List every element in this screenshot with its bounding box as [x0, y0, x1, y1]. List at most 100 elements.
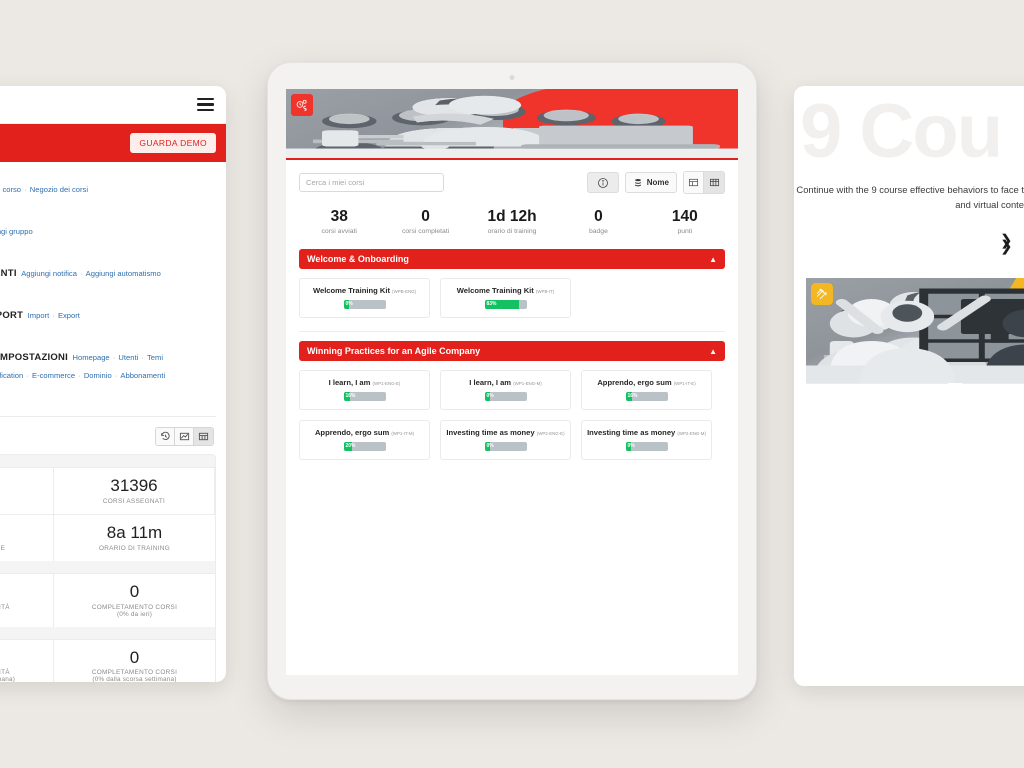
admin-link[interactable]: Aggiungi automatismo [86, 269, 161, 278]
admin-link[interactable]: Temi [147, 353, 163, 362]
stat-label: UTENTI CON ATTIVITÀ [0, 603, 10, 611]
course-card[interactable]: I learn, I am (WP1-ENG-E) 16% [286, 89, 738, 411]
admin-menu-list: CORSI Aggiungi corso · Negozio dei corsi… [0, 162, 226, 412]
admin-link[interactable]: Aggiungi gruppo [0, 227, 33, 236]
progress-label: 16% [627, 393, 638, 400]
admin-link[interactable]: Aggiungi corso [0, 185, 21, 194]
course-card[interactable]: Investing time as money (WP2-ENG-M) 0% [286, 89, 738, 461]
admin-link[interactable]: Dominio [84, 371, 112, 380]
stat-label: corsi avviati [321, 228, 357, 236]
admin-menu-item-account-impostazioni[interactable]: ACCOUNT & IMPOSTAZIONI Homepage · Utenti… [0, 339, 226, 408]
list-view-icon[interactable] [684, 172, 704, 193]
stat-completamento-ieri: 0 COMPLETAMENTO CORSI (0% da ieri) [54, 574, 215, 627]
course-card[interactable]: Welcome Training Kit (WPB-IT) 83% [286, 89, 738, 319]
admin-menu-item-import-export[interactable]: IMPORT - EXPORT Import · Export [0, 297, 226, 339]
stat-value: 1 [0, 583, 49, 601]
grid-view-icon[interactable] [704, 172, 724, 193]
admin-link[interactable]: Import [28, 311, 50, 320]
course-card[interactable]: Investing time as money (WP2-ENG-E) 0% [286, 89, 738, 461]
admin-menu-item-corsi[interactable]: CORSI Aggiungi corso · Negozio dei corsi [0, 171, 226, 213]
progress-bar: 0% [343, 300, 386, 310]
admin-link[interactable]: Utenti [118, 353, 138, 362]
admin-link[interactable]: Homepage [73, 353, 110, 362]
stat-label: COMPLETAMENTO CORSI [91, 669, 178, 677]
menu-icon[interactable] [197, 98, 214, 111]
course-caption: Investing time as money (WP2-ENG-E) [441, 421, 570, 442]
left-panel-topbar [0, 86, 226, 124]
chevron-up-icon[interactable]: ▲ [709, 255, 717, 264]
section-title: Welcome & Onboarding [307, 254, 409, 265]
chart-icon[interactable] [175, 428, 194, 445]
stat-value: 1 [0, 649, 49, 667]
course-caption: Welcome Training Kit (WPB-ENG) [300, 279, 429, 300]
stat-label: CORSI ASSEGNATI [102, 497, 166, 505]
stat-value: 36 [0, 524, 49, 542]
table-icon[interactable] [194, 428, 213, 445]
catalog-card[interactable] [806, 278, 1024, 384]
tablet-device-frame: Home Nome [267, 62, 757, 700]
course-grid-winning-practices: I learn, I am (WP1-ENG-E) 16% I learn, I… [286, 89, 738, 469]
stat-value: 0 [421, 208, 430, 225]
admin-link[interactable]: E-commerce [32, 371, 75, 380]
stat-value: 140 [671, 208, 698, 225]
stat-value: 0 [129, 647, 140, 667]
course-card[interactable]: Apprendo, ergo sum (WP1-IT-M) 20% [286, 89, 738, 461]
stat-value: 1d 12h [487, 208, 537, 225]
admin-menu-title: IMPORT - EXPORT [0, 310, 24, 321]
stat-corsi-assegnati: 31396 CORSI ASSEGNATI [54, 468, 215, 515]
stat-label: badge [588, 228, 608, 236]
stat-value: 0 [594, 208, 603, 225]
admin-menu-item-gruppi[interactable]: GRUPPI Aggiungi gruppo [0, 213, 226, 255]
admin-link[interactable]: Export [58, 311, 80, 320]
course-card[interactable]: Welcome Training Kit (WPB-ENG) 0% [286, 89, 738, 319]
stat-in-progressione: 36 IN PROGRESSIONE [0, 514, 54, 561]
progress-label: 0% [486, 443, 494, 450]
info-icon[interactable] [586, 172, 619, 193]
progress-bar: 0% [484, 442, 527, 452]
admin-menu-item-motore-eventi[interactable]: MOTORE EVENTI Aggiungi notifica · Aggiun… [0, 255, 226, 297]
stat-corsi-completati: 0 corsi completati [382, 208, 468, 235]
stats-card-a: 38 CORSI ATTIVI 31396 CORSI ASSEGNATI 36… [0, 454, 216, 682]
sort-label: Nome [646, 178, 669, 187]
stat-label: corsi completati [402, 228, 450, 236]
stat-label: IN PROGRESSIONE [0, 544, 6, 552]
course-card[interactable]: I learn, I am (WP1-ENG-M) 0% [286, 89, 738, 411]
stat-orario-training: 8a 11m ORARIO DI TRAINING [54, 515, 215, 561]
stat-label: ORARIO DI TRAINING [99, 544, 170, 552]
stat-label: punti [677, 228, 693, 236]
course-code: (WP1-ENG-E) [372, 381, 401, 387]
chevron-up-icon[interactable]: ▲ [709, 347, 717, 356]
progress-label: 20% [345, 443, 356, 450]
admin-link[interactable]: Aggiungi notifica [21, 269, 77, 278]
admin-link[interactable]: Negozio dei corsi [30, 185, 88, 194]
stat-label: COMPLETAMENTO CORSI [91, 603, 178, 611]
progress-label: 0% [627, 443, 635, 450]
course-card[interactable]: Apprendo, ergo sum (WP1-IT-E) 16% [286, 89, 738, 411]
search-input[interactable] [299, 173, 444, 192]
course-code: (WP1-IT-E) [673, 381, 696, 387]
progress-bar: 83% [484, 300, 527, 310]
chevron-double-down-icon[interactable]: ❯ ❯ [1000, 233, 1013, 254]
admin-link[interactable]: Gamification [0, 371, 23, 380]
tablet-screen: Home Nome [286, 89, 738, 675]
course-name: Apprendo, ergo sum [597, 378, 672, 388]
admin-link[interactable]: Abbonamenti [120, 371, 165, 380]
course-name: Apprendo, ergo sum [314, 428, 390, 438]
watch-demo-button[interactable]: GUARDA DEMO [130, 133, 216, 153]
course-caption: Apprendo, ergo sum (WP1-IT-E) [582, 371, 711, 392]
stats-band [0, 560, 215, 574]
stat-sublabel: (0% dalla scorsa settimana) [0, 676, 16, 682]
stat-value: 31396 [110, 476, 158, 495]
section-header-winning-practices[interactable]: Winning Practices for an Agile Company ▲ [299, 341, 725, 362]
course-name: I learn, I am [328, 378, 371, 388]
course-code: (WP2-ENG-E) [536, 431, 565, 437]
stat-sublabel: (0% da ieri) [116, 610, 153, 618]
stat-utenti-attivita-ieri: 1 UTENTI CON ATTIVITÀ (0% da ieri) [0, 573, 54, 627]
history-icon[interactable] [156, 428, 175, 445]
progress-label: 16% [345, 393, 356, 400]
course-code: (WP1-ENG-M) [513, 381, 542, 387]
section-header-welcome-onboarding[interactable]: Welcome & Onboarding ▲ [299, 249, 725, 270]
sort-by-name-button[interactable]: Nome [624, 172, 677, 193]
catalog-lead-text: Continue with the 9 course effective beh… [796, 184, 1024, 211]
stats-band [0, 626, 215, 640]
